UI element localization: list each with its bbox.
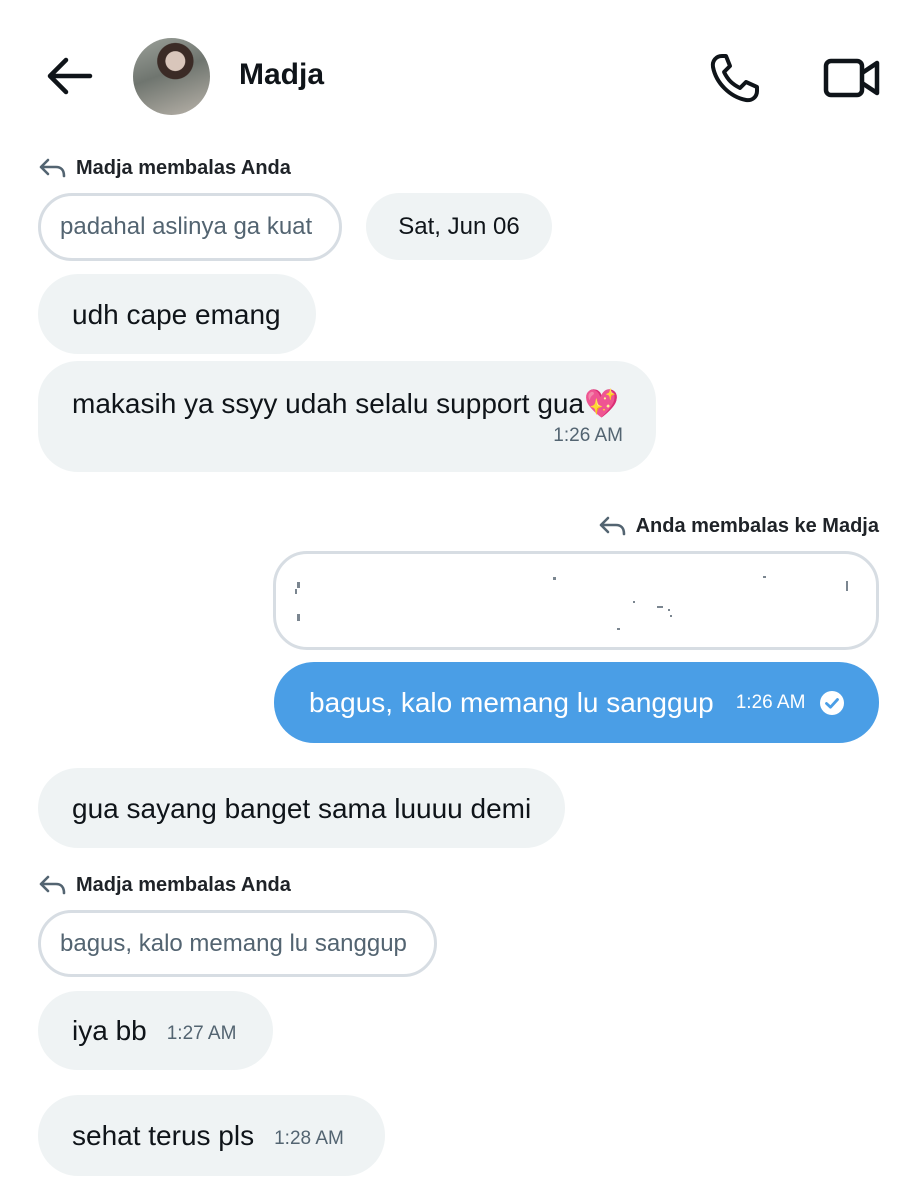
date-separator-text: Sat, Jun 06 [398, 212, 520, 240]
message-time: 1:26 AM [735, 691, 806, 713]
message-text: iya bb [72, 1014, 147, 1046]
quoted-message[interactable]: bagus, kalo memang lu sanggup [38, 910, 437, 977]
back-button[interactable] [40, 52, 96, 100]
call-button[interactable] [706, 50, 766, 106]
reply-icon [39, 875, 66, 895]
quoted-message-redacted[interactable] [273, 551, 879, 650]
phone-icon [710, 54, 759, 103]
video-camera-icon [823, 58, 880, 98]
date-separator: Sat, Jun 06 [366, 193, 552, 260]
redacted-text-remnants [295, 576, 848, 630]
reply-indicator: Madja membalas Anda [38, 156, 291, 180]
sent-message[interactable]: bagus, kalo memang lu sanggup 1:26 AM [274, 662, 879, 743]
message-time: 1:26 AM [553, 425, 623, 446]
reply-icon [599, 516, 625, 536]
message-time: 1:27 AM [166, 1022, 237, 1044]
avatar[interactable] [133, 38, 210, 115]
received-message[interactable]: gua sayang banget sama luuuu demi [38, 768, 565, 848]
quoted-message-text: bagus, kalo memang lu sanggup [60, 929, 407, 957]
arrow-left-icon [47, 57, 93, 95]
received-message[interactable]: udh cape emang [38, 274, 316, 354]
reply-icon [39, 158, 66, 178]
message-text: makasih ya ssyy udah selalu support gua💖 [72, 388, 619, 419]
quoted-message[interactable]: padahal aslinya ga kuat [38, 193, 342, 261]
message-time: 1:28 AM [274, 1127, 344, 1149]
message-text: bagus, kalo memang lu sanggup [309, 686, 714, 718]
contact-name[interactable]: Madja [239, 58, 324, 92]
video-call-button[interactable] [822, 52, 882, 104]
message-text: gua sayang banget sama luuuu demi [72, 793, 532, 824]
received-message[interactable]: iya bb 1:27 AM [38, 991, 273, 1070]
received-message[interactable]: sehat terus pls 1:28 AM [38, 1095, 385, 1176]
message-text: udh cape emang [72, 299, 281, 330]
reply-indicator-label: Anda membalas ke Madja [635, 514, 879, 537]
quoted-message-text: padahal aslinya ga kuat [60, 213, 313, 240]
read-check-icon [820, 690, 845, 715]
reply-indicator: Anda membalas ke Madja [598, 514, 879, 538]
message-text: sehat terus pls [72, 1119, 255, 1151]
reply-indicator: Madja membalas Anda [38, 873, 291, 897]
reply-indicator-label: Madja membalas Anda [76, 156, 291, 179]
received-message[interactable]: makasih ya ssyy udah selalu support gua💖… [38, 361, 656, 472]
reply-indicator-label: Madja membalas Anda [76, 873, 291, 896]
